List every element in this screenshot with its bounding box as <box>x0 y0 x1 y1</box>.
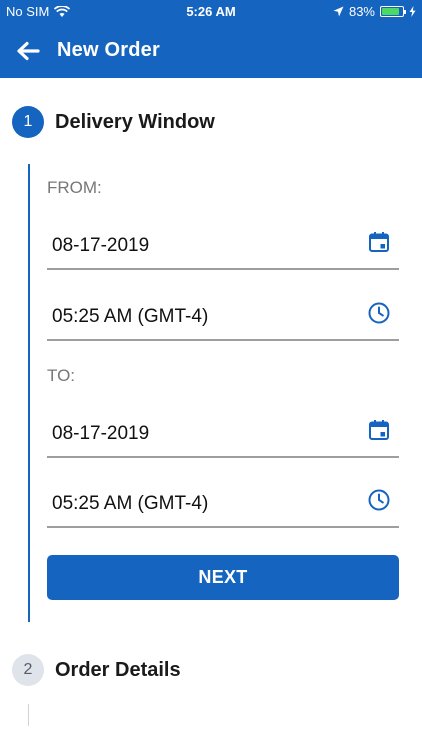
calendar-icon[interactable] <box>367 418 391 442</box>
step-title: Delivery Window <box>55 110 215 133</box>
from-time-value: 05:25 AM (GMT-4) <box>52 306 209 327</box>
to-time-field[interactable]: 05:25 AM (GMT-4) <box>47 484 399 528</box>
back-button[interactable] <box>14 37 42 65</box>
status-right: 83% <box>333 4 416 19</box>
location-arrow-icon <box>333 6 344 17</box>
step-delivery-window[interactable]: 1 Delivery Window <box>12 106 215 138</box>
next-button[interactable]: NEXT <box>47 555 399 600</box>
charging-bolt-icon <box>409 6 416 17</box>
step-title: Order Details <box>55 658 181 681</box>
to-label: TO: <box>47 366 76 385</box>
status-bar: No SIM 5:26 AM 83% <box>0 0 422 24</box>
page-title: New Order <box>57 39 160 61</box>
to-date-value: 08-17-2019 <box>52 423 150 444</box>
from-date-field[interactable]: 08-17-2019 <box>47 226 399 270</box>
calendar-icon[interactable] <box>367 230 391 254</box>
battery-icon <box>380 6 406 17</box>
arrow-left-icon <box>17 41 40 61</box>
step-number-badge: 2 <box>12 654 44 686</box>
step-connector-line <box>28 704 29 726</box>
battery-percent: 83% <box>348 4 375 19</box>
from-date-value: 08-17-2019 <box>52 235 150 256</box>
to-date-field[interactable]: 08-17-2019 <box>47 414 399 458</box>
to-time-value: 05:25 AM (GMT-4) <box>52 493 209 514</box>
step-connector-line <box>28 164 30 622</box>
step-order-details[interactable]: 2 Order Details <box>12 654 181 686</box>
from-time-field[interactable]: 05:25 AM (GMT-4) <box>47 297 399 341</box>
from-label: FROM: <box>47 178 102 197</box>
clock-icon[interactable] <box>367 301 391 325</box>
step-number-badge: 1 <box>12 106 44 138</box>
clock-icon[interactable] <box>367 488 391 512</box>
nav-bar: New Order <box>0 24 422 78</box>
battery-fill <box>382 8 399 15</box>
